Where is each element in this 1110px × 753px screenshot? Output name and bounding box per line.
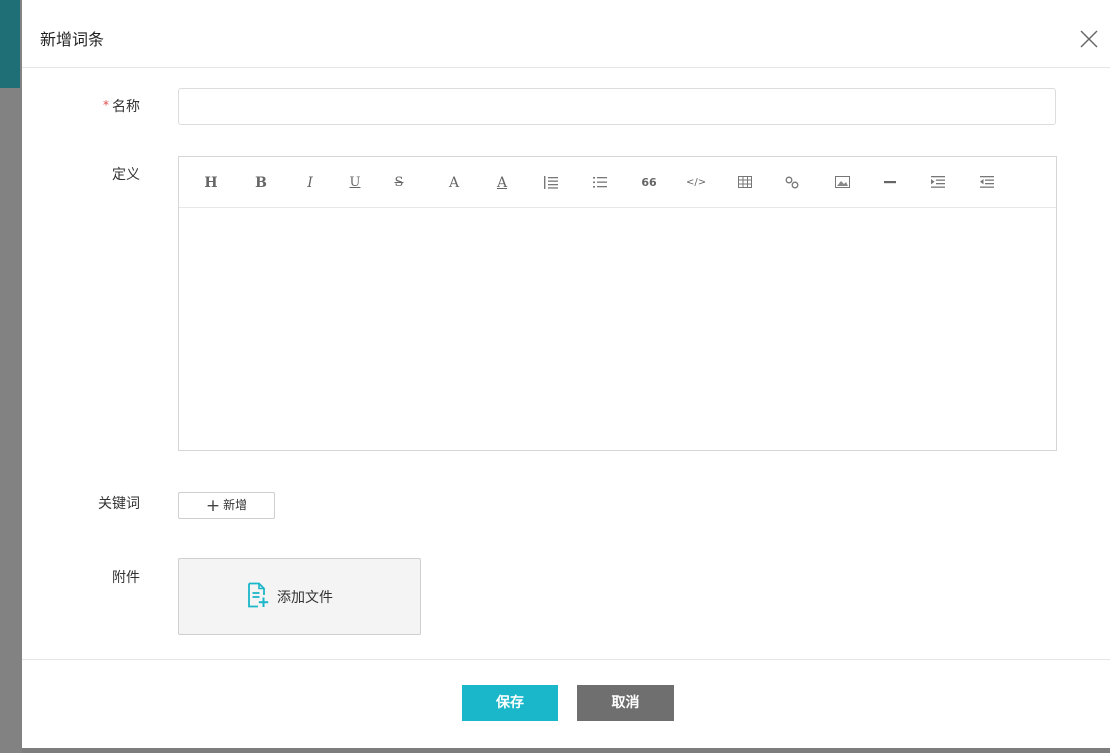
plus-icon: + (205, 496, 221, 516)
required-mark: * (103, 98, 109, 112)
table-icon[interactable] (735, 174, 755, 192)
bullet-list-icon[interactable] (590, 174, 610, 192)
modal-title: 新增词条 (40, 30, 105, 49)
underline-button[interactable]: U (345, 174, 365, 192)
file-add-icon (247, 582, 269, 612)
rich-text-editor: H B I U S A A 66 </> (178, 156, 1057, 451)
ordered-list-icon[interactable] (541, 174, 561, 192)
attachment-label: 附件 (112, 570, 140, 586)
italic-button[interactable]: I (300, 174, 320, 192)
outdent-icon[interactable] (977, 174, 997, 192)
background-header (0, 0, 20, 88)
modal-header: 新增词条 (22, 0, 1110, 68)
background-color-button[interactable]: A (492, 174, 512, 192)
editor-toolbar: H B I U S A A 66 </> (179, 157, 1056, 208)
add-keyword-button[interactable]: + 新增 (178, 492, 275, 519)
add-entry-modal: 新增词条 * 名称 定义 H B I U S A A 66 </> 关键词 + … (22, 0, 1110, 748)
modal-footer: 保存 取消 (22, 659, 1110, 748)
link-icon[interactable] (782, 174, 802, 192)
name-label-text: 名称 (112, 99, 140, 115)
definition-label: 定义 (112, 167, 140, 183)
name-label: * 名称 (40, 97, 140, 117)
save-button[interactable]: 保存 (462, 685, 558, 721)
font-color-button[interactable]: A (444, 174, 464, 192)
image-icon[interactable] (832, 174, 852, 192)
background-page (0, 0, 22, 753)
cancel-button[interactable]: 取消 (577, 685, 674, 721)
close-icon[interactable] (1078, 28, 1100, 50)
quote-button[interactable]: 66 (639, 174, 659, 192)
strikethrough-button[interactable]: S (389, 174, 409, 192)
name-input[interactable] (178, 88, 1056, 125)
code-button[interactable]: </> (686, 174, 706, 192)
indent-icon[interactable] (928, 174, 948, 192)
keywords-label: 关键词 (98, 496, 140, 512)
add-file-label: 添加文件 (277, 590, 333, 606)
add-keyword-label: 新增 (223, 498, 248, 512)
horizontal-rule-icon[interactable] (880, 174, 900, 192)
heading-button[interactable]: H (201, 174, 221, 192)
add-file-button[interactable]: 添加文件 (178, 558, 421, 635)
editor-content-area[interactable] (179, 208, 1056, 450)
bold-button[interactable]: B (251, 174, 271, 192)
